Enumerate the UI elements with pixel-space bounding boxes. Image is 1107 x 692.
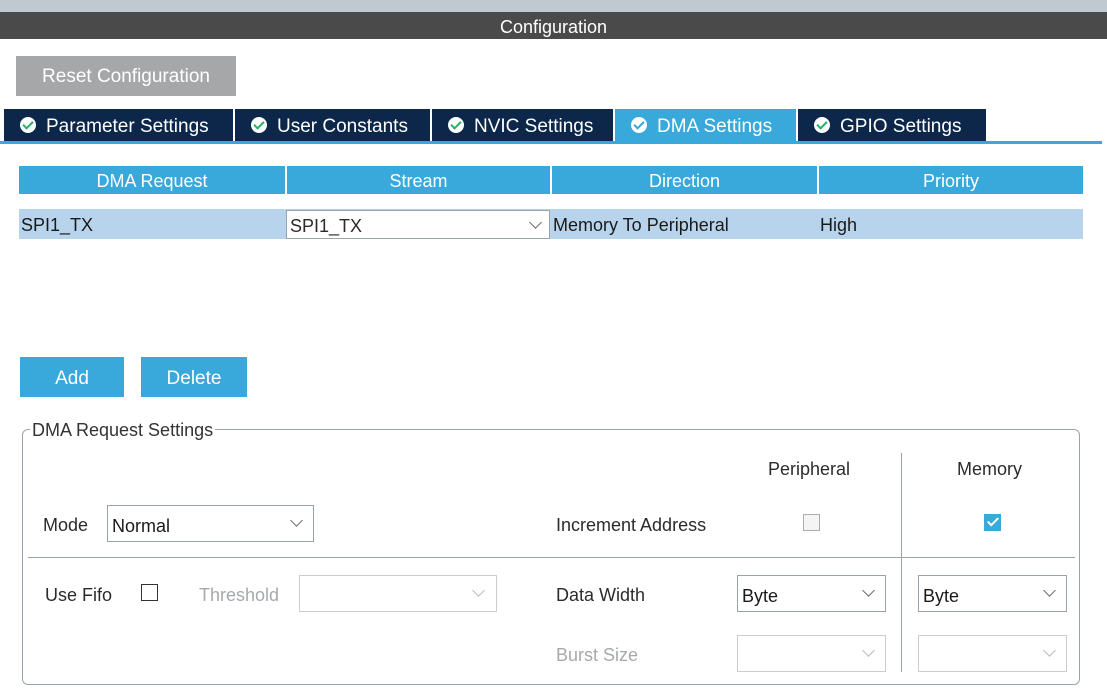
top-strip: [0, 0, 1107, 12]
tab-label: Parameter Settings: [46, 116, 209, 137]
chevron-down-icon: [862, 644, 875, 657]
threshold-label: Threshold: [199, 585, 280, 605]
chevron-down-icon: [1043, 584, 1056, 597]
delete-button[interactable]: Delete: [141, 357, 247, 397]
burst-size-label: Burst Size: [556, 645, 639, 665]
chevron-down-icon: [472, 584, 485, 597]
dma-request-settings-legend: DMA Request Settings: [30, 420, 216, 441]
column-header-priority[interactable]: Priority: [819, 166, 1083, 194]
tab-bar: Parameter Settings User Constants NVIC S…: [0, 109, 1107, 141]
column-header-direction[interactable]: Direction: [552, 166, 817, 194]
increment-address-label: Increment Address: [556, 515, 707, 535]
column-header-dma-request[interactable]: DMA Request: [19, 166, 285, 194]
add-button[interactable]: Add: [20, 357, 124, 397]
tab-gpio-settings[interactable]: GPIO Settings: [798, 109, 986, 141]
cell-dma-request: SPI1_TX: [21, 215, 94, 235]
table-row[interactable]: [19, 209, 1083, 239]
tab-nvic-settings[interactable]: NVIC Settings: [432, 109, 613, 141]
data-width-peripheral-value: Byte: [742, 586, 779, 606]
memory-header: Memory: [957, 459, 1023, 479]
chevron-down-icon: [290, 514, 303, 527]
check-circle-icon: [20, 117, 36, 133]
use-fifo-label: Use Fifo: [45, 585, 113, 605]
tab-parameter-settings[interactable]: Parameter Settings: [4, 109, 233, 141]
column-divider: [901, 453, 902, 672]
window-title: Configuration: [0, 12, 1107, 39]
reset-configuration-button[interactable]: Reset Configuration: [16, 56, 236, 96]
tab-label: GPIO Settings: [840, 116, 962, 137]
chevron-down-icon: [1043, 644, 1056, 657]
stream-select-value: SPI1_TX: [290, 216, 363, 236]
data-width-peripheral-select[interactable]: Byte: [737, 575, 886, 612]
data-width-memory-value: Byte: [923, 586, 960, 606]
peripheral-header: Peripheral: [768, 459, 851, 479]
mode-label: Mode: [43, 515, 89, 535]
tab-underline: [0, 141, 1102, 144]
divider: [28, 557, 1075, 558]
tab-label: DMA Settings: [657, 116, 773, 137]
data-width-memory-select[interactable]: Byte: [918, 575, 1067, 612]
use-fifo-checkbox[interactable]: [141, 584, 158, 601]
tab-label: User Constants: [277, 116, 408, 137]
threshold-select[interactable]: [299, 575, 497, 612]
chevron-down-icon: [862, 584, 875, 597]
mode-select[interactable]: Normal: [107, 505, 314, 542]
increment-memory-checkbox[interactable]: [984, 514, 1001, 531]
cell-priority: High: [820, 215, 858, 235]
check-circle-icon: [631, 117, 647, 133]
check-circle-icon: [448, 117, 464, 133]
tab-user-constants[interactable]: User Constants: [235, 109, 430, 141]
check-circle-icon: [814, 117, 830, 133]
burst-size-memory-select[interactable]: [918, 635, 1067, 672]
burst-size-peripheral-select[interactable]: [737, 635, 886, 672]
chevron-down-icon: [529, 216, 542, 229]
tab-label: NVIC Settings: [474, 116, 594, 137]
mode-select-value: Normal: [112, 516, 171, 536]
data-width-label: Data Width: [556, 585, 646, 605]
increment-peripheral-checkbox[interactable]: [803, 514, 820, 531]
stream-select[interactable]: SPI1_TX: [286, 210, 550, 239]
cell-direction: Memory To Peripheral: [553, 215, 729, 235]
column-header-stream[interactable]: Stream: [287, 166, 550, 194]
check-circle-icon: [251, 117, 267, 133]
tab-dma-settings[interactable]: DMA Settings: [615, 109, 796, 141]
